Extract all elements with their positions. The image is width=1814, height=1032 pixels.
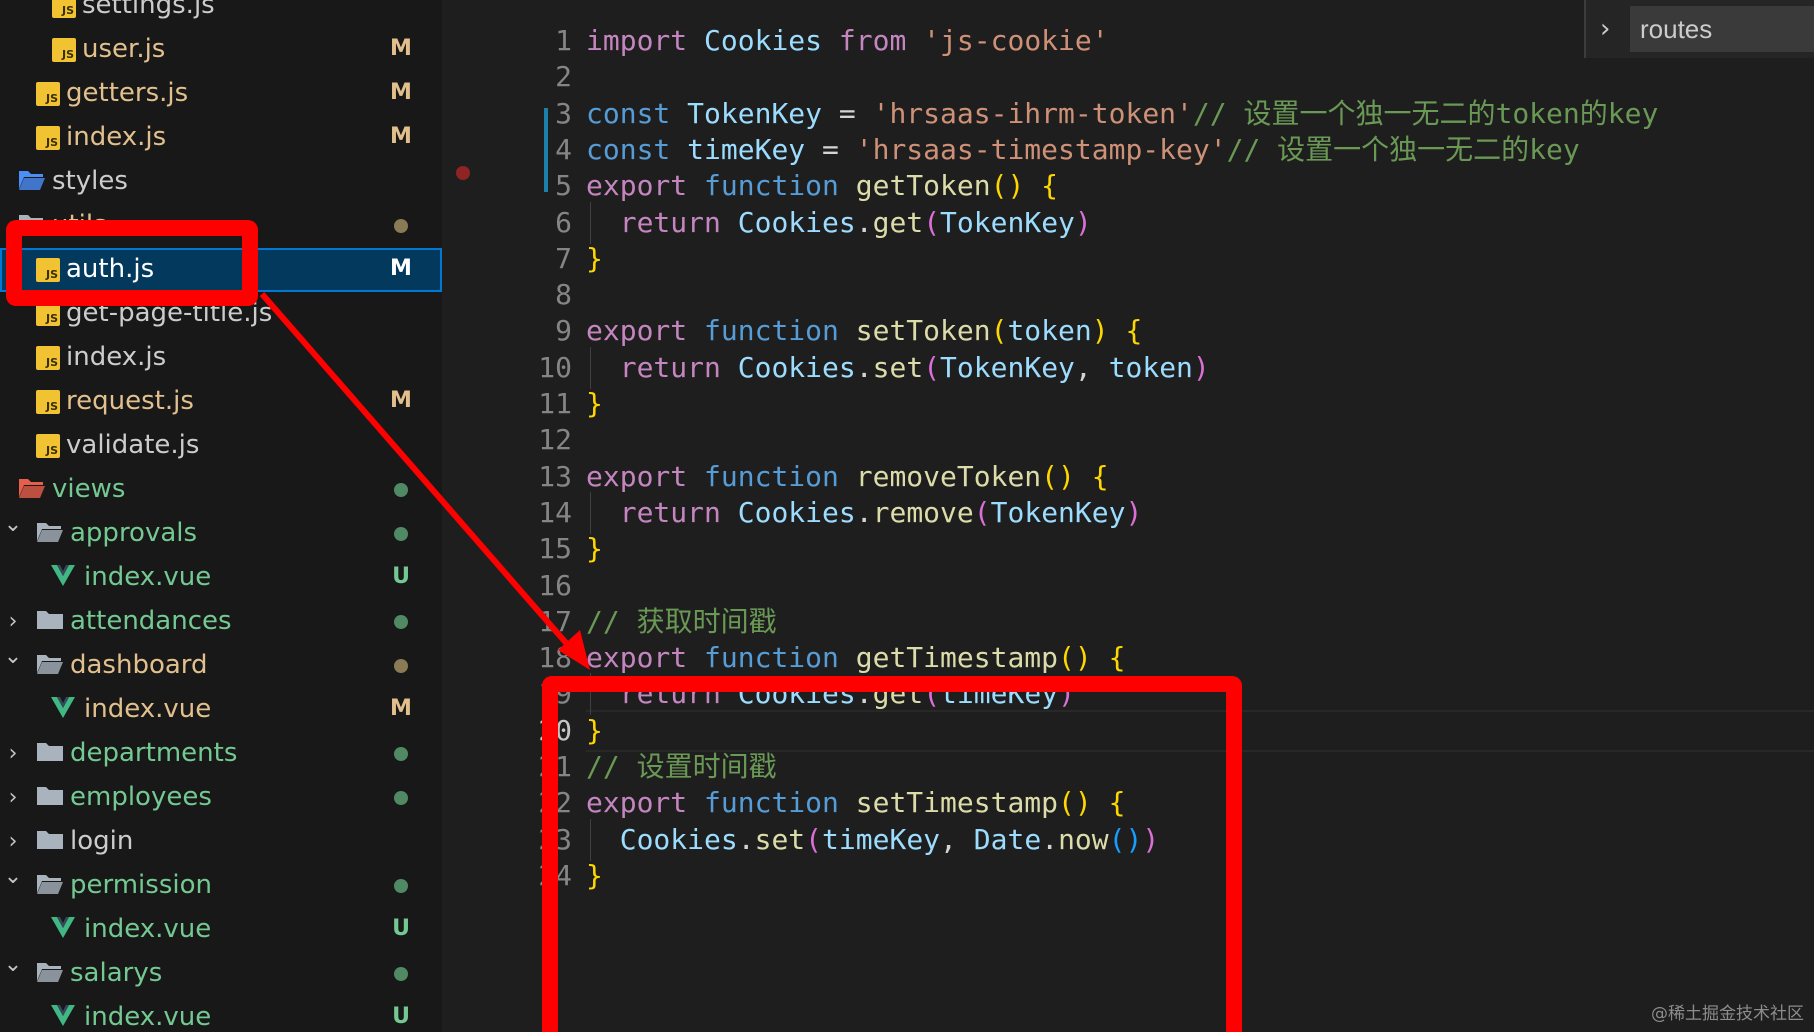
watermark: @稀土掘金技术社区 bbox=[1651, 1004, 1804, 1024]
vscode-window: JS settings.js JS user.js M JS getters.js M JS in… bbox=[0, 0, 1814, 1032]
annotation-arrow bbox=[259, 292, 590, 670]
annotation-arrow-line bbox=[259, 292, 577, 654]
